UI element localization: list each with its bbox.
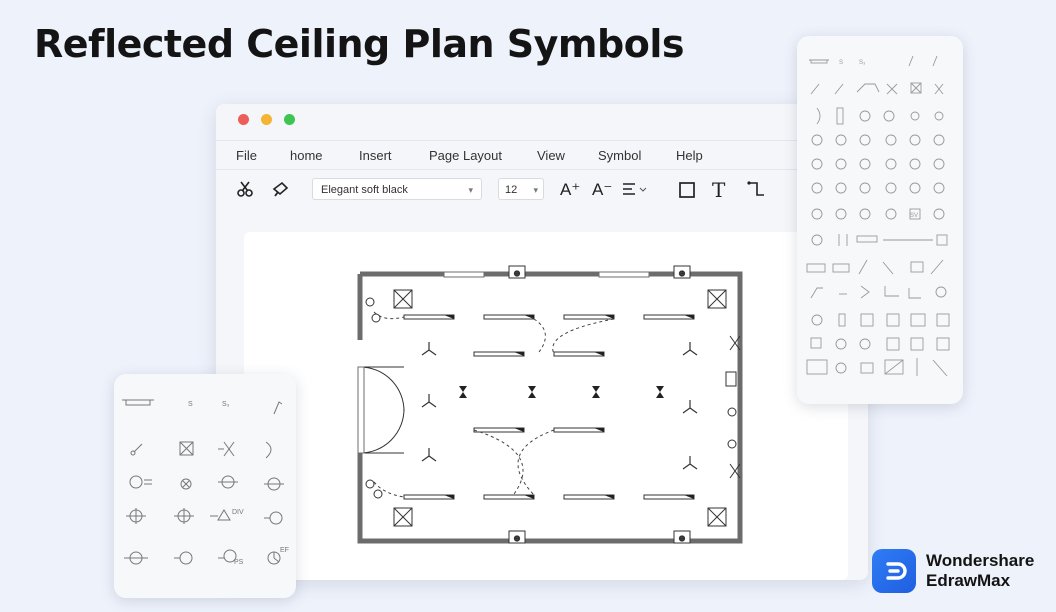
font-family-value: Elegant soft black <box>321 184 408 196</box>
left-wall-symbols <box>365 297 383 499</box>
window-controls <box>238 114 295 125</box>
right-symbol-grid: S S₃ SV <box>806 55 950 377</box>
grow-font-icon[interactable]: A⁺ <box>560 180 580 200</box>
ceiling-plan-drawing: ⊕ ⊕ ⊕ ⊕ <box>357 265 743 544</box>
font-size-value: 12 <box>505 184 518 196</box>
svg-text:DIV: DIV <box>232 509 244 516</box>
app-window: File home Insert Page Layout View Symbol… <box>216 104 868 580</box>
menu-symbol[interactable]: Symbol <box>598 148 641 163</box>
diffuser-boxes <box>393 289 727 527</box>
drawing-canvas[interactable]: ⊕ ⊕ ⊕ ⊕ <box>244 232 848 580</box>
left-symbol-panel: S S₃ DIV EF PS <box>114 374 296 598</box>
text-tool-icon[interactable]: T <box>712 178 725 202</box>
brush-icon[interactable] <box>272 180 290 198</box>
chevron-down-icon: ▾ <box>468 185 473 195</box>
fixture-ends <box>444 315 694 499</box>
switch-wiring <box>373 311 615 498</box>
menu-file[interactable]: File <box>236 148 257 163</box>
page-title: Reflected Ceiling Plan Symbols <box>34 22 684 66</box>
right-s3-label: S₃ <box>859 60 866 66</box>
right-s-label: S <box>839 60 843 66</box>
svg-text:⊕: ⊕ <box>514 534 521 543</box>
shrink-font-icon[interactable]: A⁻ <box>592 180 612 200</box>
svg-text:PS: PS <box>234 559 244 566</box>
brand-name-line1: Wondershare <box>926 551 1035 570</box>
plan-walls <box>357 271 743 544</box>
linear-light-fixtures <box>403 314 695 500</box>
right-symbol-panel: S S₃ SV <box>797 36 963 404</box>
menu-bar: File home Insert Page Layout View Symbol… <box>216 140 868 170</box>
scissors-icon[interactable] <box>236 180 254 198</box>
left-s-label: S <box>188 401 193 408</box>
minimize-dot-icon[interactable] <box>261 114 272 125</box>
svg-text:EF: EF <box>280 547 289 554</box>
menu-home[interactable]: home <box>290 148 323 163</box>
font-family-select[interactable]: Elegant soft black ▾ <box>312 178 482 200</box>
svg-text:⊕: ⊕ <box>514 269 521 278</box>
brand-logo-block: Wondershare EdrawMax <box>872 549 1034 593</box>
maximize-dot-icon[interactable] <box>284 114 295 125</box>
close-dot-icon[interactable] <box>238 114 249 125</box>
brand-name-line2: EdrawMax <box>926 571 1011 590</box>
edrawmax-logo-icon <box>872 549 916 593</box>
ceiling-fan-symbols <box>421 342 698 470</box>
chevron-down-icon: ▾ <box>533 185 538 195</box>
menu-help[interactable]: Help <box>676 148 703 163</box>
left-s3-label: S₃ <box>222 401 230 408</box>
svg-text:⊕: ⊕ <box>679 269 686 278</box>
connector-icon[interactable] <box>746 180 766 198</box>
svg-text:⊕: ⊕ <box>679 534 686 543</box>
wall-vent-symbols: ⊕ ⊕ ⊕ ⊕ <box>508 265 691 544</box>
menu-page-layout[interactable]: Page Layout <box>429 148 502 163</box>
font-size-select[interactable]: 12 ▾ <box>498 178 544 200</box>
left-symbol-grid: S S₃ DIV EF PS <box>122 399 289 566</box>
svg-text:SV: SV <box>910 213 918 219</box>
menu-view[interactable]: View <box>537 148 565 163</box>
menu-insert[interactable]: Insert <box>359 148 392 163</box>
align-icon[interactable] <box>622 182 648 196</box>
double-door <box>357 366 405 454</box>
rectangle-icon[interactable] <box>678 181 696 199</box>
exit-sign-symbols <box>459 386 664 398</box>
